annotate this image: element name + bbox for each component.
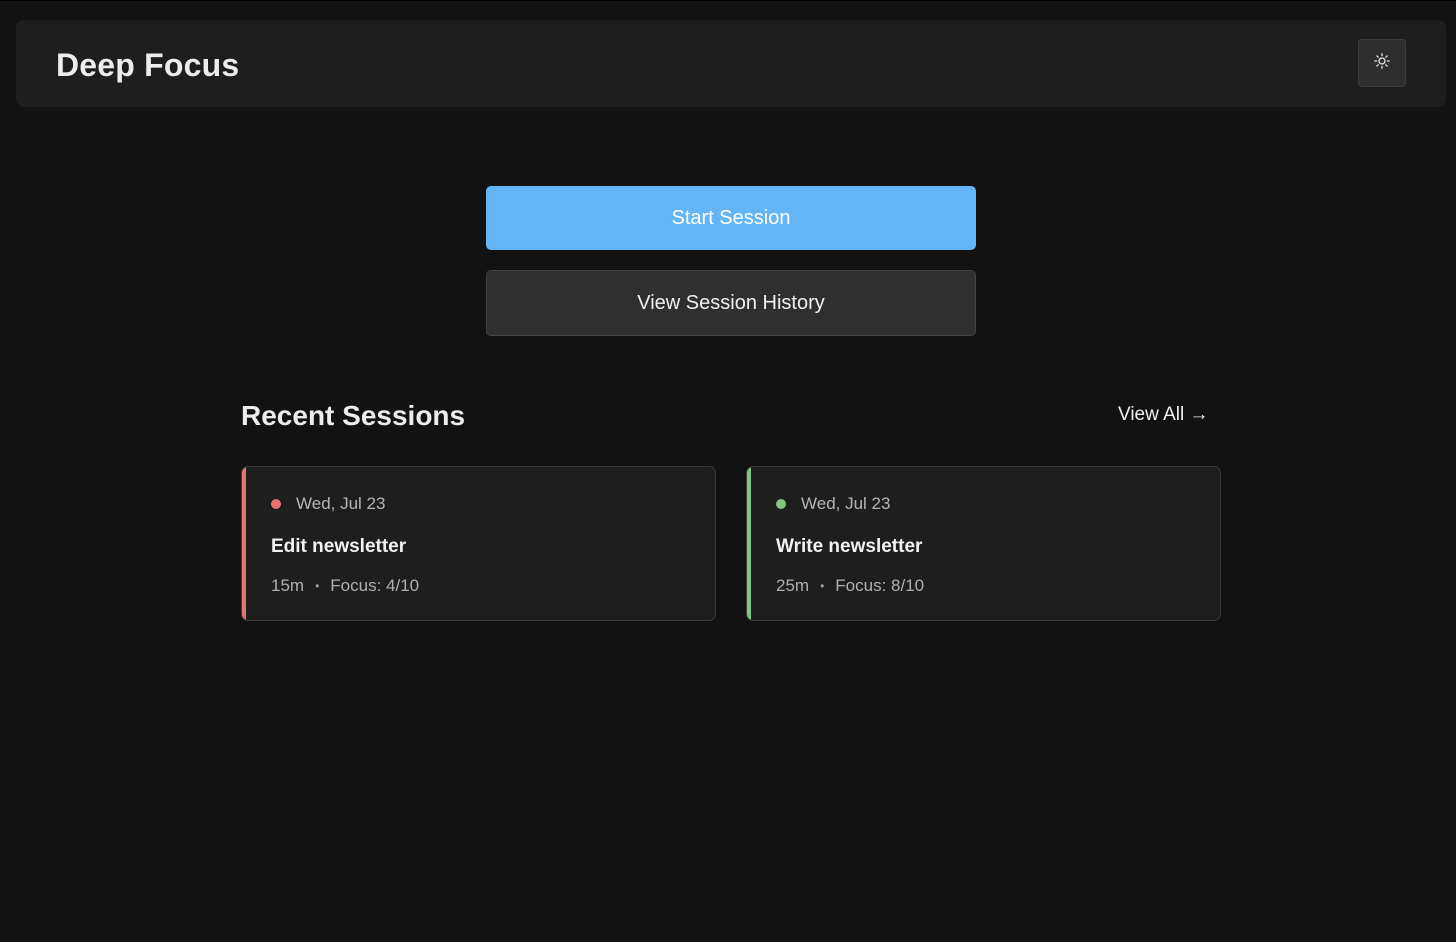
app-title: Deep Focus — [56, 47, 240, 83]
meta-separator: • — [820, 579, 825, 593]
recent-sessions-title: Recent Sessions — [241, 400, 466, 431]
session-focus-score: Focus: 4/10 — [330, 576, 420, 595]
app-header: Deep Focus — [16, 20, 1446, 107]
status-accent-bar — [242, 467, 246, 620]
view-all-link[interactable]: View All → — [1118, 402, 1208, 428]
session-title: Edit newsletter — [271, 536, 407, 557]
status-dot — [776, 499, 786, 509]
session-date: Wed, Jul 23 — [801, 494, 891, 513]
session-duration: 15m — [271, 576, 305, 595]
session-card[interactable]: Wed, Jul 23 Edit newsletter 15m • Focus:… — [241, 466, 716, 621]
session-date-row: Wed, Jul 23 — [271, 493, 385, 515]
session-date: Wed, Jul 23 — [296, 494, 386, 513]
session-focus-score: Focus: 8/10 — [835, 576, 925, 595]
window-top-edge — [0, 0, 1456, 1]
session-title: Write newsletter — [776, 536, 923, 557]
status-dot — [271, 499, 281, 509]
sun-icon — [1374, 52, 1390, 74]
view-session-history-button[interactable]: View Session History — [486, 270, 976, 336]
session-card[interactable]: Wed, Jul 23 Write newsletter 25m • Focus… — [746, 466, 1221, 621]
meta-separator: • — [315, 579, 320, 593]
session-duration: 25m — [776, 576, 810, 595]
session-meta: 25m • Focus: 8/10 — [776, 575, 924, 597]
theme-toggle-button[interactable] — [1358, 39, 1406, 87]
session-date-row: Wed, Jul 23 — [776, 493, 890, 515]
session-meta: 15m • Focus: 4/10 — [271, 575, 419, 597]
start-session-button[interactable]: Start Session — [486, 186, 976, 250]
status-accent-bar — [747, 467, 751, 620]
